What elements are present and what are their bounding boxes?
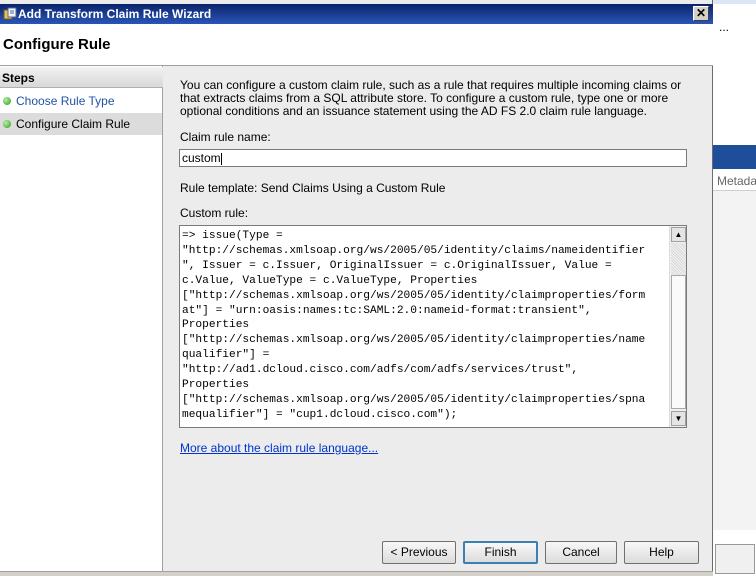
scroll-track[interactable] bbox=[671, 243, 686, 275]
scroll-down-button[interactable]: ▼ bbox=[671, 411, 686, 426]
background-window-toolbar bbox=[713, 0, 756, 4]
text-caret bbox=[220, 152, 222, 165]
custom-rule-textarea[interactable]: => issue(Type = "http://schemas.xmlsoap.… bbox=[179, 225, 687, 428]
background-window-button[interactable] bbox=[715, 544, 755, 574]
intro-text: You can configure a custom claim rule, s… bbox=[180, 78, 682, 118]
custom-rule-label: Custom rule: bbox=[180, 206, 249, 220]
adfs-app-icon bbox=[3, 7, 17, 20]
wizard-dialog: Add Transform Claim Rule Wizard ✕ Config… bbox=[0, 0, 713, 576]
step-choose-rule-type[interactable]: Choose Rule Type bbox=[0, 90, 162, 112]
dialog-bottom-edge bbox=[0, 571, 713, 576]
steps-title: Steps bbox=[0, 67, 163, 88]
background-window-metadata-label: Metada bbox=[717, 174, 756, 188]
close-icon: ✕ bbox=[695, 6, 707, 20]
step-label: Configure Claim Rule bbox=[16, 117, 131, 131]
background-window-header-band bbox=[713, 145, 756, 169]
background-window-panel bbox=[713, 190, 756, 530]
previous-button[interactable]: < Previous bbox=[382, 541, 456, 564]
page-header: Configure Rule bbox=[0, 24, 713, 66]
title-bar[interactable]: Add Transform Claim Rule Wizard ✕ bbox=[0, 4, 713, 24]
step-status-icon bbox=[3, 97, 11, 105]
help-button[interactable]: Help bbox=[624, 541, 699, 564]
rule-template-label: Rule template: Send Claims Using a Custo… bbox=[180, 181, 446, 195]
scroll-thumb[interactable] bbox=[671, 275, 686, 409]
claim-rule-name-label: Claim rule name: bbox=[180, 130, 271, 144]
page-title: Configure Rule bbox=[3, 36, 111, 53]
close-button[interactable]: ✕ bbox=[693, 6, 709, 21]
step-label: Choose Rule Type bbox=[16, 94, 115, 108]
claim-rule-language-link[interactable]: More about the claim rule language... bbox=[180, 441, 378, 455]
window-title: Add Transform Claim Rule Wizard bbox=[18, 7, 212, 21]
steps-panel: Steps Choose Rule Type Configure Claim R… bbox=[0, 66, 163, 571]
background-window: ... Metada bbox=[712, 0, 756, 576]
custom-rule-text: => issue(Type = "http://schemas.xmlsoap.… bbox=[182, 230, 646, 421]
cancel-button[interactable]: Cancel bbox=[545, 541, 617, 564]
background-window-ellipsis: ... bbox=[719, 20, 730, 34]
arrow-up-icon: ▲ bbox=[674, 230, 683, 239]
arrow-down-icon: ▼ bbox=[674, 414, 683, 423]
custom-rule-scrollbar[interactable]: ▲ ▼ bbox=[669, 226, 686, 427]
claim-rule-name-value: custom bbox=[182, 151, 221, 165]
claim-rule-name-input[interactable]: custom bbox=[179, 149, 687, 167]
content-area: You can configure a custom claim rule, s… bbox=[163, 66, 713, 536]
step-configure-claim-rule[interactable]: Configure Claim Rule bbox=[0, 113, 162, 135]
step-status-icon bbox=[3, 120, 11, 128]
scroll-up-button[interactable]: ▲ bbox=[671, 227, 686, 242]
finish-button[interactable]: Finish bbox=[463, 541, 538, 564]
